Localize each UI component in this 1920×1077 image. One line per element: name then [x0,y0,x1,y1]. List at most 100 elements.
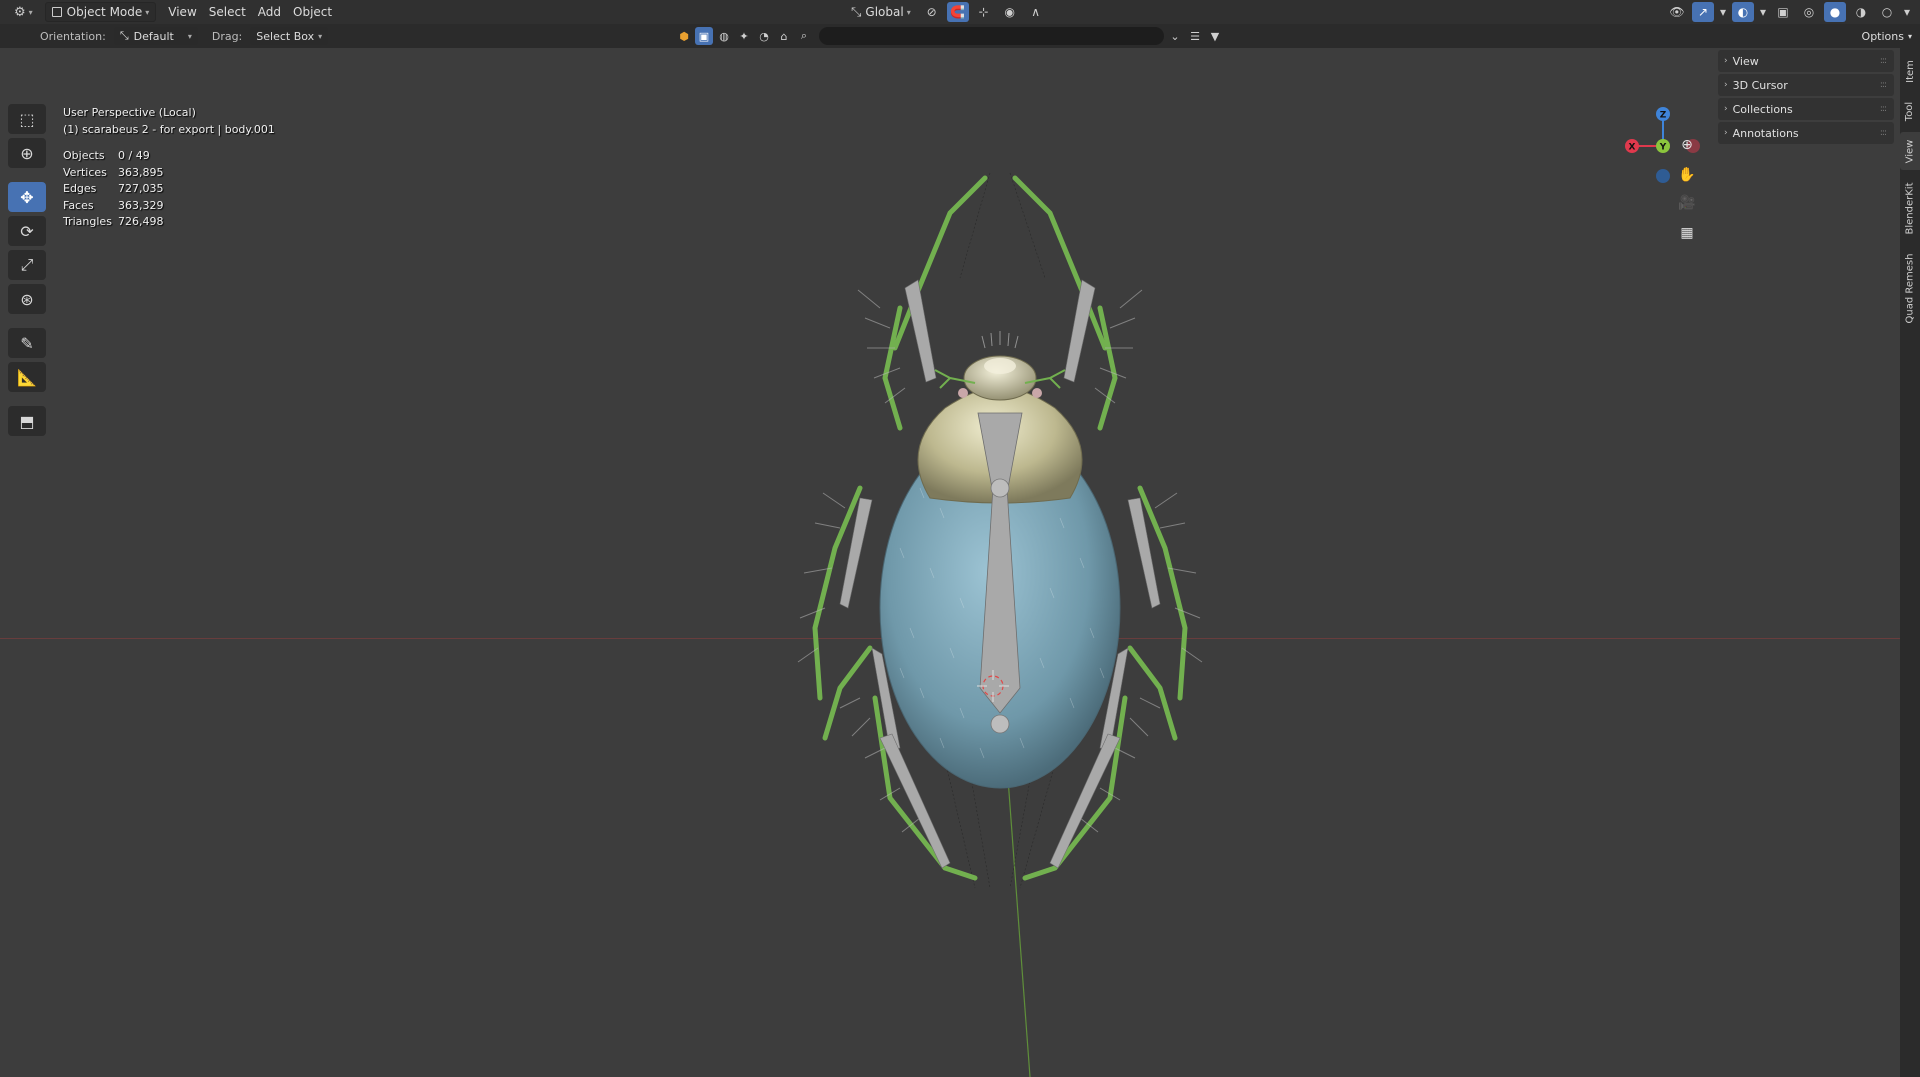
filter-icon[interactable]: ▼ [1206,27,1224,45]
npanel-section-annotations[interactable]: › Annotations::: [1718,122,1894,144]
menu-select[interactable]: Select [203,2,252,22]
tab-blenderkit[interactable]: BlenderKit [1900,174,1920,242]
pivot-point-icon[interactable]: ⊘ [921,2,943,22]
drag-grip-icon[interactable]: ::: [1880,56,1887,66]
measure-icon[interactable]: 📐 [8,362,46,392]
object-mode-icon [51,7,62,17]
mesh-filter-icon[interactable]: ◍ [715,27,733,45]
object-filter-icon[interactable]: ▣ [695,27,713,45]
stat-value: 726,498 [118,215,164,228]
visibility-icon[interactable]: 👁 [1666,2,1688,22]
stat-label: Vertices [63,165,107,179]
npanel-section-3d-cursor[interactable]: › 3D Cursor::: [1718,74,1894,96]
rendered-shading-icon[interactable]: ○ [1876,2,1898,22]
pan-hand-icon[interactable]: ✋ [1674,162,1700,188]
stat-value: 363,329 [118,198,164,212]
menu-add[interactable]: Add [252,2,287,22]
perspective-label: User Perspective (Local) [63,106,196,119]
viewport-header: ⚙ ▾ Object Mode ▾ View Select Add Object ⤡… [0,0,1920,24]
npanel-section-collections[interactable]: › Collections::: [1718,98,1894,120]
chevron-down-icon[interactable]: ▾ [1902,2,1912,22]
options-dropdown[interactable]: Options ▾ [1862,27,1912,45]
drag-grip-icon[interactable]: ::: [1880,104,1887,114]
drag-grip-icon[interactable]: ::: [1880,80,1887,90]
section-label: Collections [1732,102,1793,116]
zoom-icon[interactable]: ⊕ [1674,132,1700,158]
chevron-down-icon[interactable]: ▾ [1758,2,1768,22]
chevron-down-icon[interactable]: ⌄ [1166,27,1184,45]
chevron-down-icon[interactable]: ▾ [1718,2,1728,22]
header-right-controls: 👁 ↗ ▾ ◐ ▾ ▣ ◎ ● ◑ ○ ▾ [1666,2,1912,22]
wireframe-shading-icon[interactable]: ◎ [1798,2,1820,22]
mode-dropdown[interactable]: Object Mode ▾ [44,2,157,22]
gizmo-y-label: Y [1659,143,1667,153]
chevron-down-icon: ▾ [28,7,33,17]
transform-icon[interactable]: ⊛ [8,284,46,314]
chevron-right-icon: › [1724,56,1728,66]
section-label: 3D Cursor [1732,78,1788,92]
material-shading-icon[interactable]: ◑ [1850,2,1872,22]
light-filter-icon[interactable]: ✦ [735,27,753,45]
search-input[interactable] [819,27,1164,45]
transform-orientation-dropdown[interactable]: ⤡ Global ▾ [845,2,917,22]
chevron-right-icon: › [1724,128,1728,138]
chevron-down-icon: ▾ [145,7,150,17]
mode-label: Object Mode [66,5,143,19]
rotate-icon[interactable]: ⟳ [8,216,46,246]
add-cube-icon[interactable]: ⬒ [8,406,46,436]
orientation-value: Default [133,29,174,43]
other-filter-icon[interactable]: ⌂ [775,27,793,45]
tab-item[interactable]: Item [1900,52,1920,90]
perspective-grid-icon[interactable]: ▦ [1674,220,1700,246]
stat-label: Edges [63,182,97,195]
orientation-dropdown[interactable]: ⤡ Default ▾ [113,27,198,45]
annotate-icon[interactable]: ✎ [8,328,46,358]
xray-toggle-icon[interactable]: ▣ [1772,2,1794,22]
tab-tool[interactable]: Tool [1900,92,1920,130]
3d-viewport[interactable]: ⬚ ⊕ ✥ ⟳ ⤢ ⊛ ✎ 📐 ⬒ User Perspective (Loca… [0,48,1900,1077]
tool-settings-bar: Orientation: ⤡ Default ▾ Drag: Select Box… [0,24,1920,48]
outliner-options-icon[interactable]: ☰ [1186,27,1204,45]
editor-type-button[interactable]: ⚙ ▾ [8,2,39,22]
cursor-icon[interactable]: ⊕ [8,138,46,168]
drag-dropdown[interactable]: Select Box ▾ [250,27,329,45]
header-center-controls: ⤡ Global ▾ ⊘ 🧲 ⊹ ◉ ∧ [845,2,1047,22]
snap-toggle-icon[interactable]: 🧲 [946,2,969,22]
sidebar-panel: › View::: › 3D Cursor::: › Collections::: ›… [1718,50,1894,146]
camera-view-icon[interactable]: 🎥 [1674,190,1700,216]
active-object-label: (1) scarabeus 2 - for export | body.001 [63,123,275,136]
y-axis-line [1004,737,1031,1077]
scene-color-icon[interactable]: ⬢ [675,27,693,45]
falloff-icon[interactable]: ∧ [1025,2,1047,22]
transform-orientation-label: Global [865,5,904,19]
npanel-section-view[interactable]: › View::: [1718,50,1894,72]
proportional-edit-icon[interactable]: ◉ [999,2,1021,22]
search-icon[interactable]: ⌕ [795,27,813,45]
gizmo-x-label: X [1629,143,1636,153]
move-icon[interactable]: ✥ [8,182,46,212]
overlays-toggle-icon[interactable]: ◐ [1732,2,1754,22]
section-label: View [1732,54,1759,68]
menu-object[interactable]: Object [287,2,338,22]
gizmo-z-label: Z [1660,111,1667,121]
chevron-right-icon: › [1724,104,1728,114]
tab-quad-remesh[interactable]: Quad Remesh [1900,246,1920,330]
stat-label: Faces [63,198,94,212]
bone-joint [990,478,1010,498]
orientation-icon: ⤡ [119,29,129,42]
scale-icon[interactable]: ⤢ [8,250,46,280]
tool-shelf: ⬚ ⊕ ✥ ⟳ ⤢ ⊛ ✎ 📐 ⬒ [8,104,48,436]
options-label: Options [1861,29,1904,43]
tab-view[interactable]: View [1900,132,1920,170]
menu-view[interactable]: View [162,2,202,22]
solid-shading-icon[interactable]: ● [1824,2,1846,22]
bone-joint [990,714,1010,734]
select-box-icon[interactable]: ⬚ [8,104,46,134]
3d-viewport-icon: ⚙ [14,4,26,20]
gizmo-toggle-icon[interactable]: ↗ [1692,2,1714,22]
snap-target-icon[interactable]: ⊹ [973,2,995,22]
camera-filter-icon[interactable]: ◔ [755,27,773,45]
drag-grip-icon[interactable]: ::: [1880,128,1887,138]
head-hair [981,331,1019,349]
scene-statistics: Objects 0 / 49 Vertices 363,895 Edges 727,0… [63,148,275,231]
